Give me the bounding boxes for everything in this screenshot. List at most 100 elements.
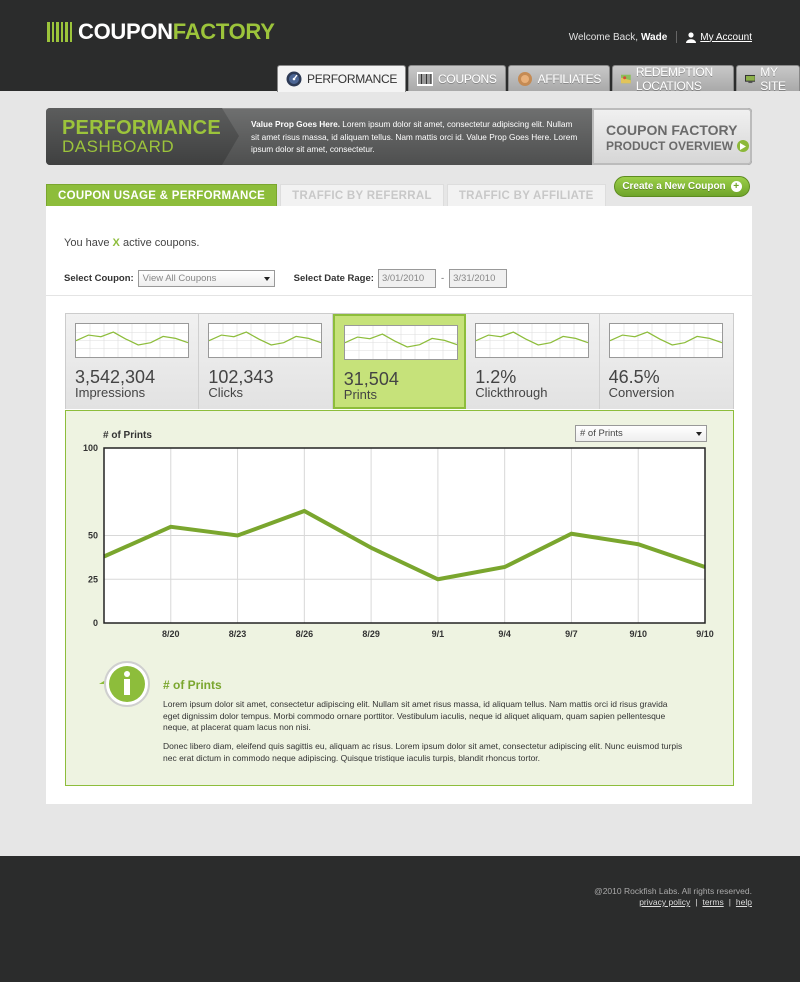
my-account-link[interactable]: My Account — [700, 32, 752, 43]
metric-conversion[interactable]: 46.5% Conversion — [599, 314, 733, 409]
x-tick-label: 9/10 — [629, 629, 647, 639]
product-overview-label: PRODUCT OVERVIEW — [606, 139, 734, 153]
active-count: X — [112, 237, 120, 249]
filter-bar: Select Coupon: View All Coupons Select D… — [64, 269, 508, 288]
metric-label: Conversion — [608, 385, 675, 400]
metric-label: Prints — [343, 387, 378, 402]
tab-coupons[interactable]: Coupons — [408, 65, 506, 91]
x-tick-label: 8/26 — [296, 629, 314, 639]
logo[interactable]: COUPONFACTORY — [47, 19, 275, 44]
metric-clickthrough[interactable]: 1.2% Clickthrough — [466, 314, 600, 409]
x-tick-label: 9/10 — [696, 629, 714, 639]
coupon-select[interactable]: View All Coupons — [137, 270, 275, 287]
sparkline — [208, 323, 323, 358]
active-suffix: active coupons. — [122, 237, 200, 249]
monitor-icon — [744, 74, 756, 83]
divider: | — [728, 897, 731, 907]
divider: | — [695, 897, 698, 907]
sparkline — [475, 323, 590, 358]
info-title: # of Prints — [163, 678, 222, 692]
metric-clicks[interactable]: 102,343 Clicks — [199, 314, 333, 409]
x-tick-label: 8/20 — [162, 629, 180, 639]
metric-label: Impressions — [75, 385, 146, 400]
y-tick-label: 100 — [83, 443, 98, 453]
arrow-right-icon — [737, 140, 750, 152]
header: COUPONFACTORY Welcome Back, Wade My Acco… — [0, 0, 800, 93]
metrics-row: 3,542,304 Impressions 102,343 Clicks 31,… — [65, 313, 734, 409]
welcome-area: Welcome Back, Wade My Account — [569, 31, 752, 43]
tab-performance[interactable]: Performance — [277, 65, 407, 92]
barcode-logo-icon — [47, 22, 72, 42]
y-tick-label: 50 — [88, 531, 98, 541]
map-icon — [621, 74, 631, 83]
date-separator: - — [440, 273, 445, 284]
sub-tabs: COUPON USAGE & PERFORMANCE TRAFFIC BY RE… — [46, 184, 606, 206]
x-tick-label: 9/4 — [498, 629, 511, 639]
tab-label: Coupons — [438, 71, 497, 86]
banner-subtitle: DASHBOARD — [62, 137, 175, 156]
footer: @2010 Rockfish Labs. All rights reserved… — [0, 856, 800, 982]
logo-text-part1: COUPON — [78, 19, 173, 44]
tab-coupon-usage[interactable]: COUPON USAGE & PERFORMANCE — [46, 184, 278, 206]
plus-icon: + — [730, 181, 742, 192]
product-overview-title: COUPON FACTORY — [606, 122, 738, 138]
terms-link[interactable]: terms — [702, 897, 723, 907]
create-coupon-label: Create a New Coupon — [622, 181, 726, 192]
line-chart: 0 25 50 100 8/20 8/23 8/26 8/29 9/1 9/4 9/7 9/10 9/1… — [83, 443, 714, 639]
active-prefix: You have — [64, 237, 110, 249]
x-tick-label: 9/7 — [565, 629, 578, 639]
copyright: @2010 Rockfish Labs. All rights reserved… — [594, 886, 752, 896]
info-icon — [99, 661, 150, 707]
coupon-select-value: View All Coupons — [142, 273, 217, 284]
sparkline — [343, 325, 458, 360]
user-name: Wade — [640, 31, 668, 43]
coupon-select-label: Select Coupon: — [64, 273, 134, 284]
date-range-label: Select Date Rage: — [293, 273, 374, 284]
product-overview-box[interactable]: COUPON FACTORY PRODUCT OVERVIEW — [592, 108, 752, 165]
info-paragraph-2: Donec libero diam, eleifend quis sagitti… — [163, 741, 683, 763]
create-coupon-button[interactable]: Create a New Coupon + — [614, 176, 750, 197]
chart-panel: # of Prints # of Prints 0 25 50 100 8/20 8/23… — [65, 410, 734, 786]
tab-label: My Site — [760, 64, 786, 93]
metric-prints[interactable]: 31,504 Prints — [332, 314, 467, 409]
date-from-input[interactable]: 3/01/2010 — [377, 269, 436, 288]
seal-icon — [517, 71, 532, 86]
metric-label: Clicks — [208, 385, 244, 400]
banner-title-block: PERFORMANCE DASHBOARD — [46, 108, 239, 165]
sparkline — [608, 323, 723, 358]
metric-impressions[interactable]: 3,542,304 Impressions — [66, 314, 200, 409]
x-tick-label: 8/29 — [362, 629, 380, 639]
value-prop-text: Value Prop Goes Here. Lorem ipsum dolor … — [251, 118, 581, 156]
x-tick-label: 9/1 — [432, 629, 445, 639]
tab-label: Performance — [307, 72, 398, 86]
date-to-input[interactable]: 3/31/2010 — [449, 269, 508, 288]
divider — [676, 31, 678, 43]
tab-label: Affiliates — [537, 71, 602, 86]
y-tick-label: 25 — [88, 574, 98, 584]
tab-label: Redemption Locations — [635, 64, 713, 93]
help-link[interactable]: help — [736, 897, 752, 907]
privacy-policy-link[interactable]: privacy policy — [639, 897, 690, 907]
tab-redemption-locations[interactable]: Redemption Locations — [612, 64, 734, 93]
metric-label: Clickthrough — [475, 385, 548, 400]
active-coupons-text: You have X active coupons. — [64, 237, 199, 249]
tab-traffic-by-referral[interactable]: TRAFFIC BY REFERRAL — [280, 184, 444, 206]
dropdown-arrow-icon — [263, 277, 270, 281]
divider — [46, 295, 752, 296]
tab-my-site[interactable]: My Site — [735, 64, 800, 93]
product-overview-link[interactable]: PRODUCT OVERVIEW — [606, 139, 750, 153]
tab-traffic-by-affiliate[interactable]: TRAFFIC BY AFFILIATE — [446, 184, 606, 206]
user-icon — [686, 31, 697, 43]
footer-links: privacy policy | terms | help — [639, 897, 752, 907]
y-tick-label: 0 — [93, 618, 98, 628]
tab-affiliates[interactable]: Affiliates — [507, 65, 611, 91]
speedometer-icon — [286, 71, 302, 87]
value-prop-bold: Value Prop Goes Here. — [251, 119, 340, 129]
welcome-text: Welcome Back, — [568, 31, 638, 43]
main-nav: Performance Coupons Affiliates Redemptio… — [277, 64, 800, 93]
sparkline — [75, 323, 189, 358]
barcode-icon — [417, 71, 434, 86]
main-content: You have X active coupons. Select Coupon… — [46, 206, 752, 804]
logo-text-part2: FACTORY — [172, 19, 275, 44]
dashboard-banner: PERFORMANCE DASHBOARD Value Prop Goes He… — [46, 108, 752, 165]
